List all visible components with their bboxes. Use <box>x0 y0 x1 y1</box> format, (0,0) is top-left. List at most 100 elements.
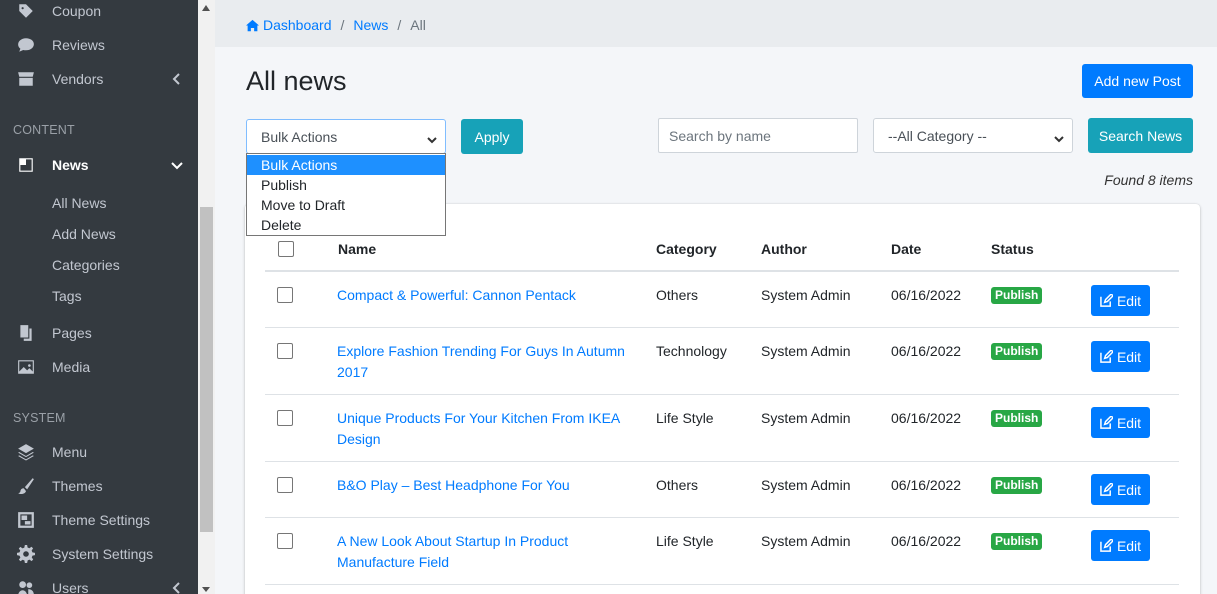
store-icon <box>16 69 36 89</box>
scroll-thumb[interactable] <box>200 207 213 532</box>
bulk-actions-dropdown: Bulk Actions Publish Move to Draft Delet… <box>246 153 446 236</box>
edit-button-label: Edit <box>1116 414 1142 431</box>
sidebar-item-theme-settings[interactable]: Theme Settings <box>0 505 198 535</box>
sidebar-section-system: SYSTEM <box>13 411 66 425</box>
row-divider <box>265 394 1179 395</box>
category-select-value: --All Category -- <box>888 127 987 144</box>
edit-button[interactable]: Edit <box>1091 530 1150 561</box>
row-checkbox[interactable] <box>277 410 293 426</box>
paint-brush-icon <box>16 476 36 496</box>
column-header-status[interactable]: Status <box>991 241 1034 257</box>
sidebar-item-label: Menu <box>52 444 88 460</box>
bulk-option-publish[interactable]: Publish <box>247 175 445 195</box>
search-input-placeholder: Search by name <box>669 127 771 144</box>
row-divider <box>265 327 1179 328</box>
news-author: System Admin <box>761 410 851 426</box>
sidebar-item-label: Vendors <box>52 71 104 87</box>
sidebar-subitem-all-news[interactable]: All News <box>52 195 106 211</box>
edit-button[interactable]: Edit <box>1091 474 1150 505</box>
home-icon <box>246 19 259 32</box>
chevron-left-icon <box>170 581 184 594</box>
breadcrumb-separator: / <box>340 17 345 33</box>
news-category: Technology <box>656 343 727 359</box>
news-author: System Admin <box>761 343 851 359</box>
row-checkbox[interactable] <box>277 533 293 549</box>
edit-button-label: Edit <box>1116 481 1142 498</box>
news-title-link[interactable]: A New Look About Startup In Product Manu… <box>337 531 637 573</box>
row-checkbox[interactable] <box>277 477 293 493</box>
sidebar-item-label: Themes <box>52 478 103 494</box>
sidebar-item-label: System Settings <box>52 546 154 562</box>
search-news-button[interactable]: Search News <box>1088 118 1193 153</box>
sidebar-item-media[interactable]: Media <box>0 352 198 382</box>
edit-button[interactable]: Edit <box>1091 285 1150 316</box>
news-title-link[interactable]: Explore Fashion Trending For Guys In Aut… <box>337 341 637 383</box>
bulk-option-delete[interactable]: Delete <box>247 215 445 235</box>
comment-icon <box>16 35 36 55</box>
search-input[interactable]: Search by name <box>658 118 858 153</box>
sidebar-item-coupon[interactable]: Coupon <box>0 0 198 26</box>
sidebar-item-pages[interactable]: Pages <box>0 318 198 348</box>
bulk-actions-selected-value: Bulk Actions <box>261 128 338 145</box>
column-header-date[interactable]: Date <box>891 241 921 257</box>
edit-button[interactable]: Edit <box>1091 341 1150 372</box>
row-divider <box>265 517 1179 518</box>
breadcrumb-dashboard-label: Dashboard <box>263 17 332 33</box>
news-date: 06/16/2022 <box>891 287 962 303</box>
page-title: All news <box>246 66 347 96</box>
scroll-down-arrow-icon[interactable] <box>202 587 210 592</box>
sidebar-subitem-tags[interactable]: Tags <box>52 288 82 304</box>
apply-button[interactable]: Apply <box>461 119 523 154</box>
add-new-post-button[interactable]: Add new Post <box>1082 64 1193 98</box>
news-date: 06/16/2022 <box>891 410 962 426</box>
news-date: 06/16/2022 <box>891 477 962 493</box>
edit-icon <box>1100 350 1113 363</box>
row-checkbox[interactable] <box>277 287 293 303</box>
edit-icon <box>1100 483 1113 496</box>
chevron-left-icon <box>170 72 184 86</box>
sidebar-item-vendors[interactable]: Vendors <box>0 64 198 94</box>
status-badge: Publish <box>991 343 1043 360</box>
chevron-down-icon <box>427 132 437 143</box>
sidebar-item-system-settings[interactable]: System Settings <box>0 539 198 569</box>
sidebar-item-users[interactable]: Users <box>0 573 198 594</box>
sidebar-section-content: CONTENT <box>13 123 75 137</box>
news-title-link[interactable]: Unique Products For Your Kitchen From IK… <box>337 408 637 450</box>
image-icon <box>16 357 36 377</box>
status-badge: Publish <box>991 477 1043 494</box>
copy-icon <box>16 323 36 343</box>
column-header-category[interactable]: Category <box>656 241 717 257</box>
sidebar-item-news[interactable]: News <box>0 150 198 180</box>
scroll-up-arrow-icon[interactable] <box>202 5 210 11</box>
news-title-link[interactable]: Compact & Powerful: Cannon Pentack <box>337 285 637 306</box>
status-badge: Publish <box>991 287 1043 304</box>
edit-button[interactable]: Edit <box>1091 407 1150 438</box>
status-badge: Publish <box>991 533 1043 550</box>
row-checkbox[interactable] <box>277 343 293 359</box>
sidebar-item-reviews[interactable]: Reviews <box>0 30 198 60</box>
sidebar-scrollbar[interactable] <box>198 0 215 594</box>
breadcrumb-dashboard-link[interactable]: Dashboard <box>246 17 332 33</box>
sidebar-item-menu[interactable]: Menu <box>0 437 198 467</box>
row-divider <box>265 584 1179 585</box>
column-header-author[interactable]: Author <box>761 241 807 257</box>
news-author: System Admin <box>761 533 851 549</box>
select-all-checkbox[interactable] <box>278 241 294 257</box>
bulk-option-move-to-draft[interactable]: Move to Draft <box>247 195 445 215</box>
bulk-option-bulk-actions[interactable]: Bulk Actions <box>247 155 445 175</box>
category-select[interactable]: --All Category -- <box>873 118 1073 153</box>
coupon-icon <box>16 1 36 21</box>
news-title-link[interactable]: B&O Play – Best Headphone For You <box>337 475 637 496</box>
news-date: 06/16/2022 <box>891 533 962 549</box>
edit-button-label: Edit <box>1116 292 1142 309</box>
breadcrumb-news-link[interactable]: News <box>353 17 388 33</box>
found-items-count: Found 8 items <box>1104 172 1193 188</box>
sidebar-subitem-add-news[interactable]: Add News <box>52 226 116 242</box>
sidebar-item-label: Reviews <box>52 37 105 53</box>
column-header-name[interactable]: Name <box>338 241 376 257</box>
sidebar-subitem-categories[interactable]: Categories <box>52 257 120 273</box>
sidebar-item-themes[interactable]: Themes <box>0 471 198 501</box>
bulk-actions-select[interactable]: Bulk Actions <box>246 119 446 154</box>
sidebar-item-label: News <box>52 157 89 173</box>
sidebar-item-label: Users <box>52 580 89 594</box>
